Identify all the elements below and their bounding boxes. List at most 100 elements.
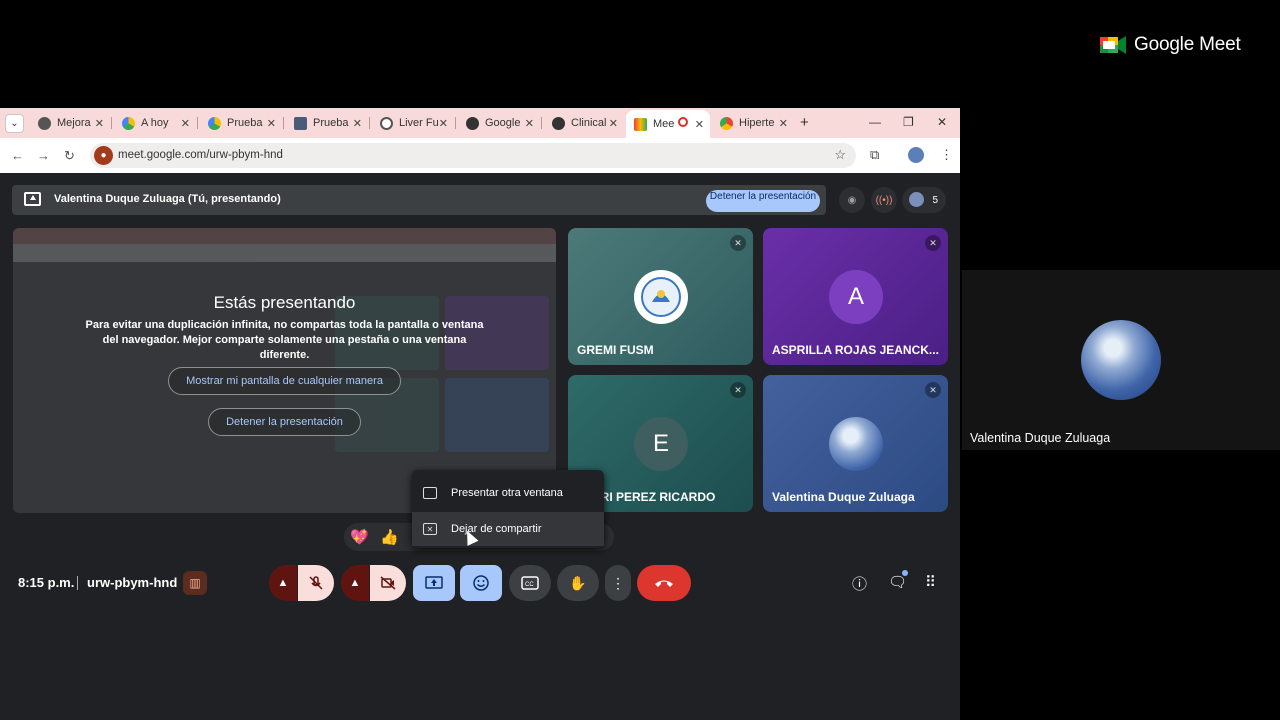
mic-off-icon: ✕ <box>925 382 941 398</box>
audio-options-button[interactable]: ▲ <box>269 565 297 601</box>
mirror-tile <box>445 378 549 452</box>
meeting-details-icon[interactable]: ⓘ <box>852 573 867 594</box>
presenting-message: Para evitar una duplicación infinita, no… <box>85 319 484 361</box>
send-reaction-button[interactable] <box>460 565 502 601</box>
close-icon[interactable]: ✕ <box>609 117 618 130</box>
close-icon[interactable]: ✕ <box>95 117 104 130</box>
drive-icon <box>208 116 221 130</box>
tab-label: Google <box>485 117 521 129</box>
close-icon[interactable]: ✕ <box>779 117 788 130</box>
reaction-heart[interactable]: 💖 <box>350 528 369 546</box>
tab-label: A hoy <box>141 117 169 129</box>
stop-presenting-button[interactable]: Detener la presentación <box>706 190 820 212</box>
present-now-button[interactable] <box>413 565 455 601</box>
profile-avatar[interactable] <box>908 147 924 163</box>
mirror-addressbar <box>13 244 556 262</box>
hand-icon: ✋ <box>569 574 587 591</box>
tab-6[interactable]: Clinical ✕ <box>544 112 624 134</box>
host-controls-icon[interactable]: ▥ <box>183 571 207 595</box>
restore-icon[interactable]: ❐ <box>903 115 914 129</box>
reload-icon[interactable]: ↻ <box>64 148 75 164</box>
forward-icon[interactable]: → <box>37 148 50 163</box>
tab-5[interactable]: Google ✕ <box>458 112 540 134</box>
address-bar-row: ← → ↻ ● meet.google.com/urw-pbym-hnd ☆ ⧉… <box>0 138 960 173</box>
back-icon[interactable]: ← <box>11 148 24 163</box>
stop-sharing-item[interactable]: ✕ Dejar de compartir <box>412 512 604 546</box>
present-other-window-item[interactable]: Presentar otra ventana <box>412 476 604 510</box>
meet-icon <box>634 117 647 131</box>
google-meet-logo: Google Meet <box>1100 34 1241 56</box>
tab-1[interactable]: A hoy ✕ <box>114 112 196 134</box>
tab-divider <box>455 117 456 129</box>
chrome-icon <box>720 116 733 130</box>
extensions-icon[interactable]: ⧉ <box>870 147 879 163</box>
mic-off-icon: ✕ <box>730 382 746 398</box>
openai-icon <box>552 116 565 130</box>
tab-3[interactable]: Prueba ✕ <box>286 112 368 134</box>
present-screen-icon <box>24 192 41 206</box>
raise-hand-button[interactable]: ✋ <box>557 565 599 601</box>
tab-divider <box>541 117 542 129</box>
participants-button[interactable]: 5 <box>902 187 946 213</box>
live-broadcast-icon[interactable]: ((•)) <box>871 187 897 213</box>
minimize-icon[interactable]: — <box>869 115 881 129</box>
hang-up-icon <box>655 580 673 587</box>
tab-label: Prueba <box>227 117 263 129</box>
reaction-thumbs-up[interactable]: 👍 <box>380 528 399 546</box>
tab-divider <box>111 117 112 129</box>
tab-label: Liver Fu <box>399 117 439 129</box>
tab-4[interactable]: Liver Fu ✕ <box>372 112 454 134</box>
avatar: E <box>634 417 688 471</box>
omnibox[interactable]: ● meet.google.com/urw-pbym-hnd ☆ <box>90 143 856 168</box>
tab-0[interactable]: Mejora ✕ <box>30 112 110 134</box>
more-options-button[interactable]: ⋮ <box>605 565 631 601</box>
close-icon[interactable]: ✕ <box>181 117 190 130</box>
mic-off-button[interactable] <box>298 565 334 601</box>
tab-label: Hiperte <box>739 117 775 129</box>
emoji-icon <box>473 575 489 591</box>
show-screen-anyway-button[interactable]: Mostrar mi pantalla de cualquier manera <box>168 367 401 395</box>
tab-8[interactable]: Hiperte ✕ <box>712 112 794 134</box>
logo-emblem-icon <box>641 277 681 317</box>
mic-off-icon: ✕ <box>925 235 941 251</box>
close-box-icon: ✕ <box>423 523 437 535</box>
tab-search-button[interactable]: ⌄ <box>5 114 24 133</box>
star-icon[interactable]: ☆ <box>834 147 846 163</box>
participant-count: 5 <box>932 194 938 206</box>
close-icon[interactable]: ✕ <box>353 117 362 130</box>
leave-call-button[interactable] <box>637 565 691 601</box>
close-icon[interactable]: ✕ <box>267 117 276 130</box>
recording-icon <box>678 117 688 127</box>
activities-grid-icon[interactable]: ⠿ <box>925 573 936 591</box>
kebab-menu-icon[interactable]: ⋮ <box>940 147 953 163</box>
new-tab-button[interactable]: + <box>800 114 809 131</box>
participant-name: ASPRILLA ROJAS JEANCK... <box>772 343 939 357</box>
self-view-tile: Valentina Duque Zuluaga <box>962 270 1280 450</box>
captions-button[interactable]: CC <box>509 565 551 601</box>
stop-presenting-overlay-button[interactable]: Detener la presentación <box>208 408 361 436</box>
screen: { "brand": { "name": "Google Meet" }, "s… <box>0 0 1280 720</box>
tab-label: Prueba <box>313 117 349 129</box>
close-window-icon[interactable]: ✕ <box>937 115 947 129</box>
presenting-text: Valentina Duque Zuluaga (Tú, presentando… <box>54 193 281 205</box>
participant-name: GREMI FUSM <box>577 343 654 357</box>
record-icon[interactable]: ◉ <box>839 187 865 213</box>
video-options-button[interactable]: ▲ <box>341 565 369 601</box>
menu-item-label: Presentar otra ventana <box>451 487 563 499</box>
tab-label: Mee <box>653 118 675 130</box>
close-icon[interactable]: ✕ <box>695 118 704 131</box>
close-icon[interactable]: ✕ <box>439 117 448 130</box>
mirror-tabstrip <box>13 228 556 244</box>
tab-7-active[interactable]: Mee ✕ <box>626 110 710 138</box>
tab-2[interactable]: Prueba ✕ <box>200 112 282 134</box>
presenting-title: Estás presentando <box>213 293 356 312</box>
tab-label: Clinical <box>571 117 607 129</box>
mic-off-icon <box>309 576 323 590</box>
microphone-icon: ● <box>94 146 113 165</box>
drive-icon <box>122 116 135 130</box>
close-icon[interactable]: ✕ <box>525 117 534 130</box>
meeting-code: urw-pbym-hnd <box>87 575 178 590</box>
camera-off-icon <box>380 576 396 590</box>
meeting-time: 8:15 p.m. <box>18 575 75 590</box>
camera-off-button[interactable] <box>370 565 406 601</box>
